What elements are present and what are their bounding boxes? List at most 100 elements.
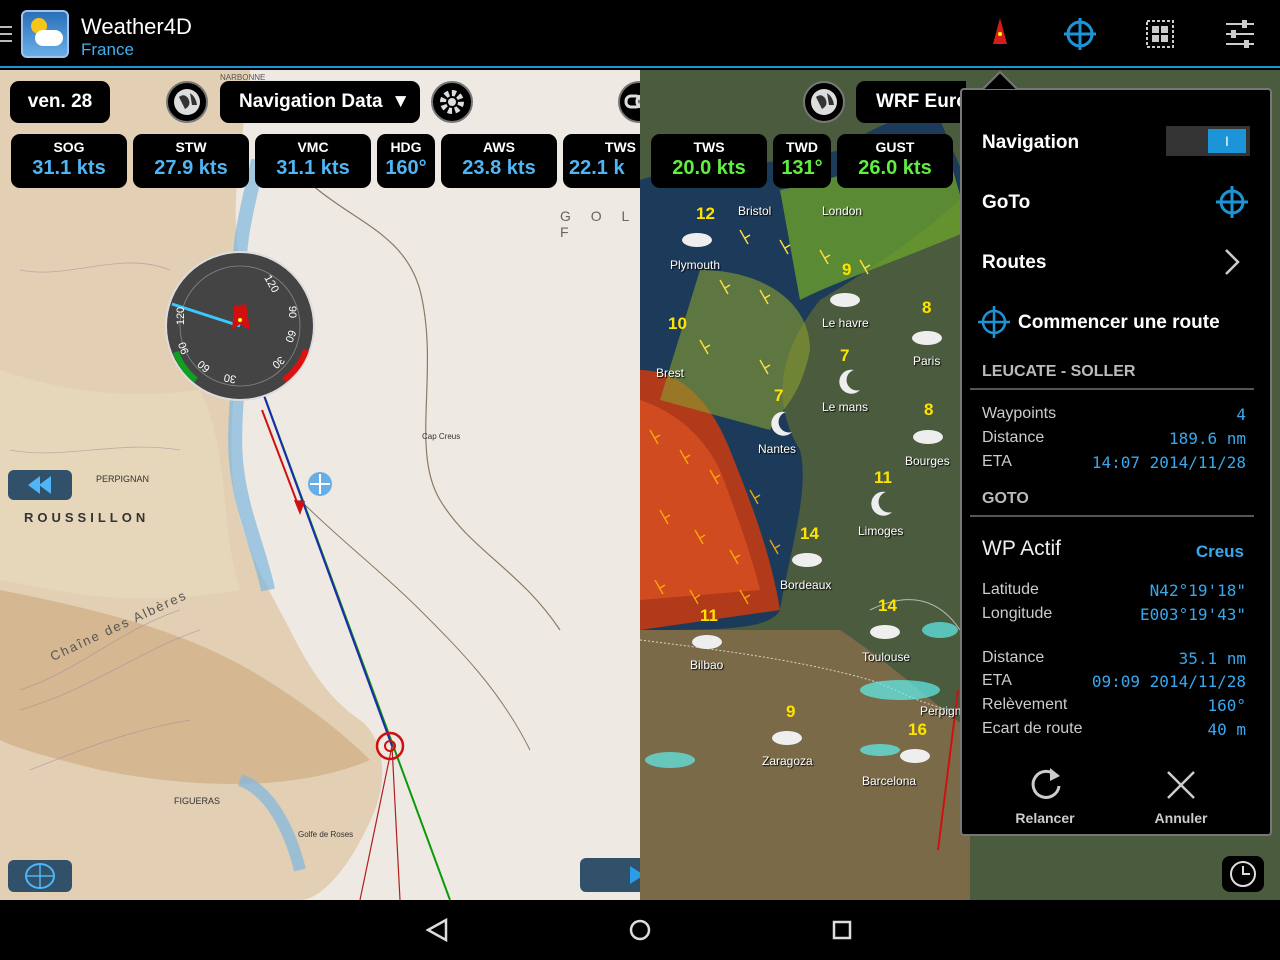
globe-icon [811, 89, 837, 115]
city-label: Nantes [758, 442, 797, 456]
chart-label-city2: FIGUERAS [174, 796, 221, 806]
city-temp: 8 [922, 298, 932, 317]
chevron-right-icon[interactable] [1222, 246, 1242, 278]
gauge-value: 22.1 k [569, 157, 625, 179]
rewind-button[interactable] [8, 470, 72, 500]
cancel-button[interactable]: Annuler [1138, 762, 1224, 832]
wp-active-name: Creus [1195, 542, 1244, 561]
gauge-label: AWS [483, 139, 515, 155]
gauge-label: GUST [875, 139, 915, 155]
gauge-label: HDG [390, 139, 422, 155]
boat-icon[interactable] [980, 14, 1020, 54]
gauge-stw: STW 27.9 kts [133, 134, 249, 188]
city-temp: 14 [800, 524, 819, 543]
data-selector-dropdown[interactable]: Navigation Data ▼ [220, 81, 420, 123]
city-label: Plymouth [670, 258, 721, 272]
gauge-value: 131° [781, 157, 823, 179]
city-label: Perpign [920, 704, 962, 718]
restart-button[interactable]: Relancer [1002, 762, 1088, 832]
gauge-value: 26.0 kts [858, 157, 932, 179]
start-route-button[interactable]: Commencer une route [1018, 312, 1220, 334]
gauge-label: STW [175, 139, 207, 155]
gauge-value: 23.8 kts [462, 157, 536, 179]
gauge-aws: AWS 23.8 kts [441, 134, 557, 188]
link-maps-button[interactable] [618, 81, 640, 123]
play-button[interactable] [580, 858, 640, 892]
cloud-icon [830, 293, 860, 307]
menu-icon[interactable] [0, 26, 12, 42]
globe-layers-button[interactable] [8, 860, 72, 892]
gauge-value: 27.9 kts [154, 157, 228, 179]
toggle-knob: I [1208, 129, 1246, 153]
compass-tick: 30 [223, 371, 238, 385]
wind-compass-gauge [165, 251, 315, 401]
gauge-value: 31.1 kts [276, 157, 350, 179]
timeline-button[interactable] [1222, 856, 1264, 892]
cloud-icon [792, 553, 822, 567]
gauge-label: TWS [693, 139, 725, 155]
cloud-icon [692, 635, 722, 649]
system-nav-bar [0, 900, 1280, 960]
moon-icon [871, 491, 892, 516]
city-label: Bordeaux [780, 578, 832, 592]
gauge-label: TWD [786, 139, 818, 155]
date-selector[interactable]: ven. 28 [10, 81, 110, 123]
longitude-value: E003°19'43" [1140, 605, 1246, 624]
moon-icon [839, 369, 860, 394]
weather-model-selector[interactable]: WRF Euro [856, 81, 966, 123]
city-label: London [822, 204, 863, 218]
clock-icon [1230, 861, 1256, 887]
gauge-sog: SOG 31.1 kts [11, 134, 127, 188]
crosshair-icon[interactable] [1216, 186, 1248, 218]
nautical-chart-background [0, 70, 561, 900]
bearing-value: 160° [1207, 696, 1246, 715]
back-icon[interactable] [420, 916, 456, 944]
chain-link-icon [624, 94, 640, 109]
globe-icon [174, 89, 200, 115]
dropdown-triangle-icon: ▼ [391, 91, 410, 112]
goto-crosshair-icon[interactable] [1060, 14, 1100, 54]
chart-label-gulf: Golfe de Roses [298, 830, 354, 839]
recents-icon[interactable] [824, 912, 860, 948]
city-temp: 16 [908, 720, 927, 739]
city-temp: 14 [878, 596, 897, 615]
restart-label: Relancer [1015, 810, 1075, 826]
home-icon[interactable] [622, 912, 658, 948]
cloud-moon-icon [913, 430, 943, 444]
settings-button[interactable] [431, 81, 473, 123]
cloud-icon [772, 731, 802, 745]
chart-label-region: ROUSSILLON [24, 510, 150, 525]
globe-button-right[interactable] [803, 81, 845, 123]
goto-header: GOTO [982, 490, 1029, 507]
navigation-toggle[interactable]: I [1166, 126, 1250, 156]
nautical-chart-view[interactable]: ROUSSILLON PERPIGNAN FIGUERAS Golfe de R… [0, 70, 640, 900]
app-logo[interactable] [21, 10, 69, 58]
wp-distance-value: 35.1 nm [1178, 649, 1246, 668]
gauge-twd: TWD 131° [773, 134, 831, 188]
cloud-icon [912, 331, 942, 345]
gauge-hdg: HDG 160° [377, 134, 435, 188]
data-selector-label: Navigation Data [239, 91, 383, 112]
routes-menu-item[interactable]: Routes [982, 252, 1046, 274]
city-label: Toulouse [862, 650, 911, 664]
city-label: Brest [656, 366, 685, 380]
city-label: Limoges [858, 524, 904, 538]
city-label: Paris [913, 354, 941, 368]
wp-distance-label: Distance [982, 649, 1045, 666]
city-label: Bilbao [690, 658, 724, 672]
goto-menu-item[interactable]: GoTo [982, 192, 1030, 214]
gauge-tws: TWS 20.0 kts [651, 134, 767, 188]
gauge-vmc: VMC 31.1 kts [255, 134, 371, 188]
settings-sliders-icon[interactable] [1220, 14, 1260, 54]
route-waypoints-label: Waypoints [982, 405, 1057, 422]
city-label: Bristol [738, 204, 772, 218]
globe-button-left[interactable] [166, 81, 208, 123]
globe-grid-icon [25, 863, 55, 889]
gauge-label: SOG [53, 139, 85, 155]
app-subtitle: France [81, 40, 134, 59]
divider [970, 388, 1254, 390]
navigation-panel: Navigation I GoTo Routes Commencer une r… [960, 88, 1272, 836]
compass-tick: 90 [286, 305, 299, 319]
layout-grid-icon[interactable] [1140, 14, 1180, 54]
city-temp: 8 [924, 400, 934, 419]
